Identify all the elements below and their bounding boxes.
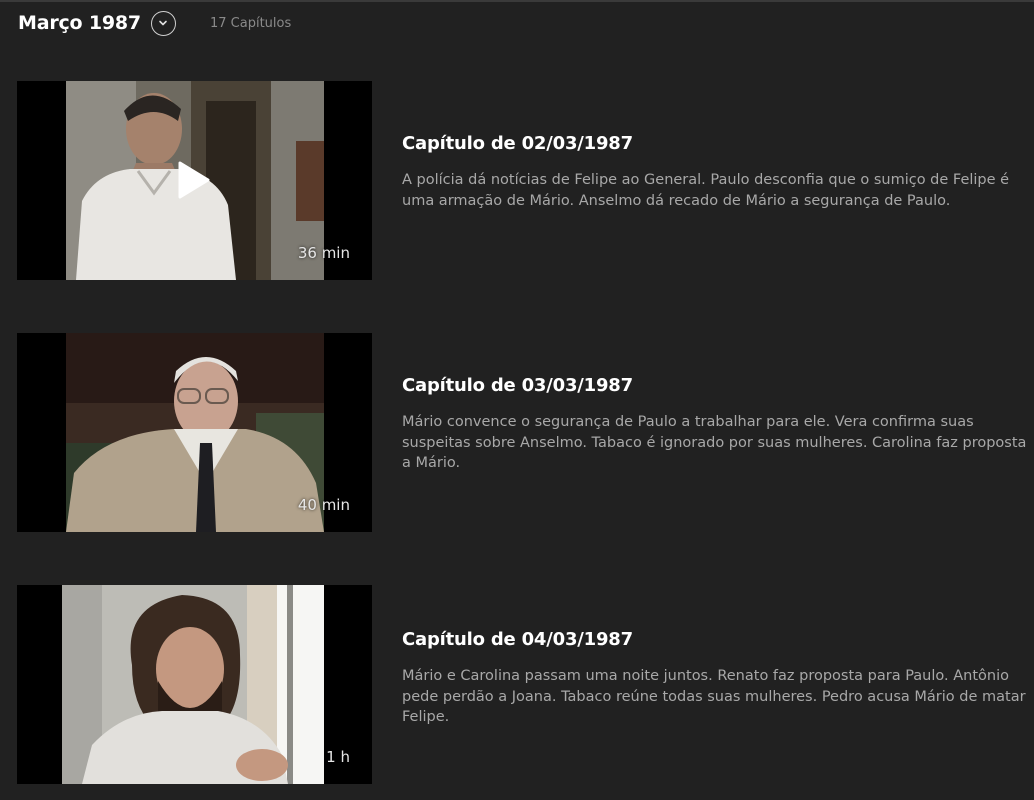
episode-title[interactable]: Capítulo de 03/03/1987	[402, 375, 1027, 396]
month-title: Março 1987	[18, 12, 141, 34]
episode-description: Mário convence o segurança de Paulo a tr…	[402, 414, 1027, 471]
episode-title[interactable]: Capítulo de 02/03/1987	[402, 133, 1027, 154]
episode-duration: 36 min	[297, 244, 350, 262]
episode-description: Mário e Carolina passam uma noite juntos…	[402, 668, 1026, 725]
episode-thumbnail[interactable]: 40 min	[17, 333, 372, 532]
episode-thumbnail[interactable]: 36 min	[17, 81, 372, 280]
episode-thumbnail[interactable]: 1 h	[17, 585, 372, 784]
play-icon[interactable]	[177, 161, 211, 199]
thumbnail-image	[66, 333, 324, 532]
episode-duration: 1 h	[326, 748, 350, 766]
episode-title[interactable]: Capítulo de 04/03/1987	[402, 629, 1027, 650]
month-dropdown-button[interactable]	[150, 10, 176, 36]
month-header: Março 1987	[18, 9, 176, 37]
episode-card: 40 min Capítulo de 03/03/1987 Mário conv…	[17, 333, 1026, 533]
episode-duration: 40 min	[297, 496, 350, 514]
top-border	[0, 0, 1034, 2]
chevron-down-icon	[159, 20, 168, 26]
episode-count: 17 Capítulos	[210, 16, 292, 31]
episode-card: 36 min Capítulo de 02/03/1987 A polícia …	[17, 81, 1017, 281]
thumbnail-image	[62, 585, 324, 784]
episode-card: 1 h Capítulo de 04/03/1987 Mário e Carol…	[17, 585, 1026, 785]
episode-description: A polícia dá notícias de Felipe ao Gener…	[402, 172, 1010, 209]
